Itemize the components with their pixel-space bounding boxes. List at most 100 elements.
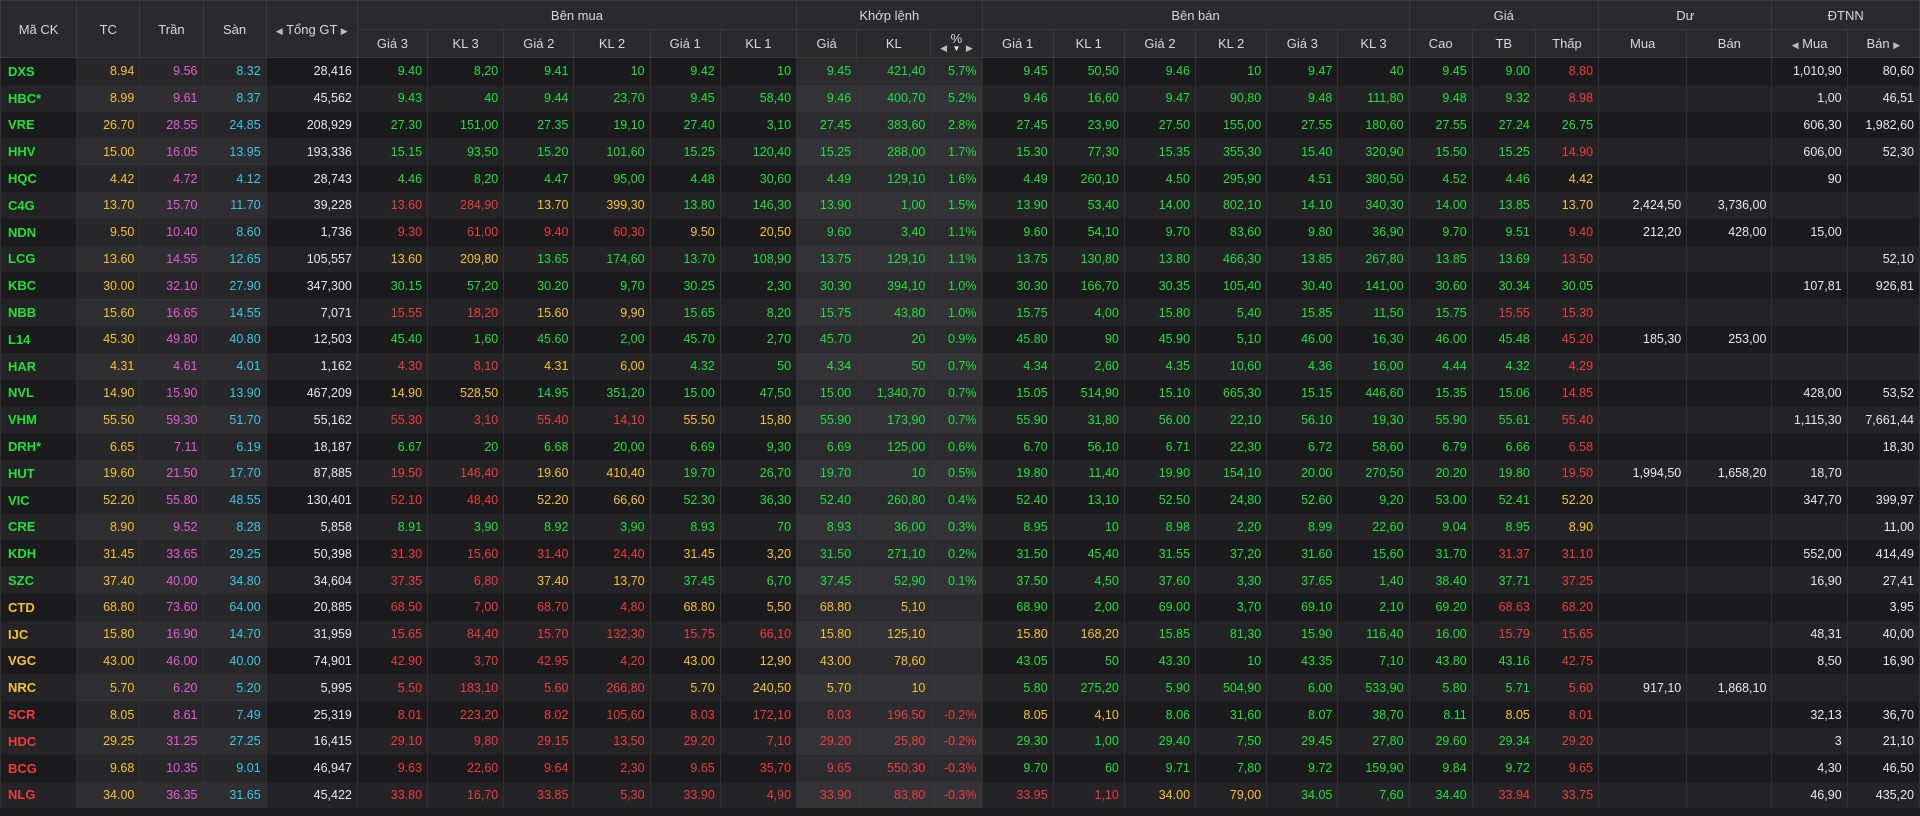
- caret-right-icon[interactable]: ▶: [1893, 40, 1900, 50]
- col-foreign-sell[interactable]: Bán ▶: [1846, 29, 1920, 58]
- ceil-cell: 7.11: [139, 433, 204, 460]
- symbol-cell[interactable]: HDC: [0, 727, 78, 755]
- symbol-cell[interactable]: DXS: [0, 57, 78, 85]
- symbol-cell[interactable]: VIC: [0, 486, 78, 514]
- table-row[interactable]: KDH 31.45 33.65 29.25 50,398 31.30 15,60 31.40 2…: [0, 540, 1920, 568]
- col-bid-price-2[interactable]: Giá 2: [503, 29, 575, 58]
- col-foreign-buy[interactable]: ◀ Mua: [1771, 29, 1848, 58]
- table-row[interactable]: NBB 15.60 16.65 14.55 7,071 15.55 18,20 15.60 9,…: [0, 299, 1920, 326]
- table-row[interactable]: VIC 52.20 55.80 48.55 130,401 52.10 48,40 52.20…: [0, 486, 1920, 514]
- col-remain-sell[interactable]: Bán: [1686, 29, 1773, 58]
- table-row[interactable]: HQC 4.42 4.72 4.12 28,743 4.46 8,20 4.47 95,00 4.…: [0, 165, 1920, 192]
- ceil-cell: 15.90: [139, 379, 204, 407]
- avg-cell: 15.06: [1471, 379, 1536, 407]
- col-ask-price-2[interactable]: Giá 2: [1123, 29, 1197, 58]
- col-bid-vol-3[interactable]: KL 3: [427, 29, 505, 58]
- table-row[interactable]: DXS 8.94 9.56 8.32 28,416 9.40 8,20 9.41 10 9.42 1…: [0, 57, 1920, 85]
- symbol-cell[interactable]: KBC: [0, 272, 78, 300]
- symbol-cell[interactable]: KDH: [0, 540, 78, 568]
- col-symbol[interactable]: Mã CK: [0, 0, 78, 58]
- col-high[interactable]: Cao: [1408, 29, 1473, 58]
- symbol-cell[interactable]: NDN: [0, 218, 78, 246]
- col-floor[interactable]: Sàn: [202, 0, 267, 58]
- col-ceil[interactable]: Trần: [139, 0, 204, 58]
- symbol-cell[interactable]: SCR: [0, 701, 78, 728]
- col-bid-vol-2[interactable]: KL 2: [573, 29, 651, 58]
- col-remain-buy[interactable]: Mua: [1598, 29, 1688, 58]
- symbol-cell[interactable]: NBB: [0, 299, 78, 326]
- match-price-cell: 5.70: [796, 674, 858, 702]
- high-cell: 9.45: [1408, 57, 1473, 85]
- bid-vol-3-cell: 61,00: [427, 218, 505, 246]
- table-row[interactable]: NLG 34.00 36.35 31.65 45,422 33.80 16,70 33.85 5…: [0, 781, 1920, 809]
- col-avg[interactable]: TB: [1471, 29, 1536, 58]
- table-row[interactable]: CRE 8.90 9.52 8.28 5,858 8.91 3,90 8.92 3,90 8.93…: [0, 513, 1920, 541]
- caret-left-icon[interactable]: ◀: [940, 43, 947, 53]
- col-ask-vol-1[interactable]: KL 1: [1052, 29, 1125, 58]
- col-bid-price-1[interactable]: Giá 1: [649, 29, 721, 58]
- symbol-cell[interactable]: HHV: [0, 138, 78, 166]
- remain-sell-cell: [1686, 486, 1773, 514]
- table-row[interactable]: BCG 9.68 10.35 9.01 46,947 9.63 22,60 9.64 2,30 9…: [0, 754, 1920, 782]
- col-ask-price-3[interactable]: Giá 3: [1266, 29, 1339, 58]
- table-row[interactable]: VHM 55.50 59.30 51.70 55,162 55.30 3,10 55.40 14…: [0, 406, 1920, 434]
- col-ask-price-1[interactable]: Giá 1: [981, 29, 1054, 58]
- table-row[interactable]: HHV 15.00 16.05 13.95 193,336 15.15 93,50 15.20…: [0, 138, 1920, 166]
- col-total-value[interactable]: ◀ Tổng GT ▶: [265, 0, 358, 58]
- table-row[interactable]: VGC 43.00 46.00 40.00 74,901 42.90 3,70 42.95 4,…: [0, 647, 1920, 675]
- col-bid-vol-1[interactable]: KL 1: [719, 29, 798, 58]
- avg-cell: 55.61: [1471, 406, 1536, 434]
- ask-vol-3-cell: 111,80: [1337, 84, 1410, 112]
- symbol-cell[interactable]: CRE: [0, 513, 78, 541]
- low-cell: 37.25: [1534, 567, 1600, 594]
- table-row[interactable]: C4G 13.70 15.70 11.70 39,228 13.60 284,90 13.70…: [0, 191, 1920, 219]
- table-row[interactable]: IJC 15.80 16.90 14.70 31,959 15.65 84,40 15.70 1…: [0, 620, 1920, 648]
- table-row[interactable]: CTD 68.80 73.60 64.00 20,885 68.50 7,00 68.70 4,…: [0, 593, 1920, 621]
- symbol-cell[interactable]: C4G: [0, 191, 78, 219]
- table-row[interactable]: KBC 30.00 32.10 27.90 347,300 30.15 57,20 30.20…: [0, 272, 1920, 300]
- table-row[interactable]: VRE 26.70 28.55 24.85 208,929 27.30 151,00 27.3…: [0, 111, 1920, 139]
- avg-cell: 5.71: [1471, 674, 1536, 702]
- table-row[interactable]: HDC 29.25 31.25 27.25 16,415 29.10 9,80 29.15 13…: [0, 727, 1920, 755]
- symbol-cell[interactable]: HUT: [0, 459, 78, 487]
- symbol-cell[interactable]: L14: [0, 325, 78, 353]
- symbol-cell[interactable]: NLG: [0, 781, 78, 809]
- col-ask-vol-2[interactable]: KL 2: [1195, 29, 1268, 58]
- table-row[interactable]: L14 45.30 49.80 40.80 12,503 45.40 1,60 45.60 2,…: [0, 325, 1920, 353]
- col-bid-price-3[interactable]: Giá 3: [356, 29, 429, 58]
- col-ref[interactable]: TC: [76, 0, 141, 58]
- table-row[interactable]: NRC 5.70 6.20 5.20 5,995 5.50 183,10 5.60 266,80…: [0, 674, 1920, 702]
- table-row[interactable]: SCR 8.05 8.61 7.49 25,319 8.01 223,20 8.02 105,6…: [0, 701, 1920, 728]
- symbol-cell[interactable]: SZC: [0, 567, 78, 594]
- table-row[interactable]: SZC 37.40 40.00 34.80 34,604 37.35 6,80 37.40 13…: [0, 567, 1920, 594]
- symbol-cell[interactable]: VRE: [0, 111, 78, 139]
- col-match-pct[interactable]: ◀ % ▼ ▶: [930, 29, 983, 58]
- caret-right-icon[interactable]: ▶: [341, 26, 348, 36]
- symbol-cell[interactable]: HAR: [0, 352, 78, 380]
- table-row[interactable]: NVL 14.90 15.90 13.90 467,209 14.90 528,50 14.9…: [0, 379, 1920, 407]
- caret-right-icon[interactable]: ▶: [966, 43, 973, 53]
- caret-left-icon[interactable]: ◀: [1792, 40, 1799, 50]
- symbol-cell[interactable]: HQC: [0, 165, 78, 192]
- symbol-cell[interactable]: CTD: [0, 593, 78, 621]
- symbol-cell[interactable]: IJC: [0, 620, 78, 648]
- symbol-cell[interactable]: NRC: [0, 674, 78, 702]
- table-row[interactable]: HBC* 8.99 9.61 8.37 45,562 9.43 40 9.44 23,70 9.4…: [0, 84, 1920, 112]
- symbol-cell[interactable]: BCG: [0, 754, 78, 782]
- col-low[interactable]: Thấp: [1534, 29, 1600, 58]
- col-ask-vol-3[interactable]: KL 3: [1337, 29, 1410, 58]
- col-match-vol[interactable]: KL: [856, 29, 932, 58]
- symbol-cell[interactable]: LCG: [0, 245, 78, 273]
- symbol-cell[interactable]: NVL: [0, 379, 78, 407]
- symbol-cell[interactable]: VHM: [0, 406, 78, 434]
- table-row[interactable]: HAR 4.31 4.61 4.01 1,162 4.30 8,10 4.31 6,00 4.32…: [0, 352, 1920, 380]
- table-row[interactable]: DRH* 6.65 7.11 6.19 18,187 6.67 20 6.68 20,00 6.6…: [0, 433, 1920, 460]
- symbol-cell[interactable]: HBC*: [0, 84, 78, 112]
- symbol-cell[interactable]: DRH*: [0, 433, 78, 460]
- col-match-price[interactable]: Giá: [796, 29, 858, 58]
- symbol-cell[interactable]: VGC: [0, 647, 78, 675]
- table-row[interactable]: LCG 13.60 14.55 12.65 105,557 13.60 209,80 13.6…: [0, 245, 1920, 273]
- table-row[interactable]: NDN 9.50 10.40 8.60 1,736 9.30 61,00 9.40 60,30 9…: [0, 218, 1920, 246]
- table-row[interactable]: HUT 19.60 21.50 17.70 87,885 19.50 146,40 19.60…: [0, 459, 1920, 487]
- caret-left-icon[interactable]: ◀: [276, 26, 283, 36]
